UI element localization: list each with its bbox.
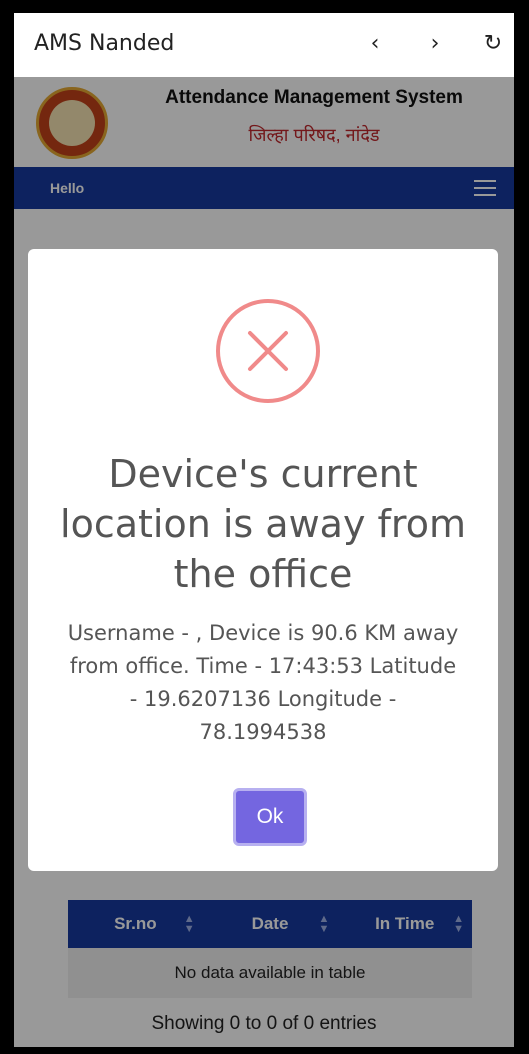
dialog-title: Device's current location is away from t… [60, 452, 466, 596]
browser-toolbar: AMS Nanded ‹ › ↻ [14, 13, 514, 77]
ok-button[interactable]: Ok [233, 788, 307, 846]
error-icon [216, 299, 320, 403]
location-error-dialog: Device's current location is away from t… [28, 249, 498, 871]
dialog-message: Username - , Device is 90.6 KM away from… [67, 621, 459, 744]
reload-icon[interactable]: ↻ [478, 29, 508, 59]
app-frame: AMS Nanded ‹ › ↻ Attendance Management S… [14, 13, 514, 1047]
forward-icon[interactable]: › [420, 29, 450, 59]
back-icon[interactable]: ‹ [360, 29, 390, 59]
browser-title: AMS Nanded [34, 31, 175, 56]
